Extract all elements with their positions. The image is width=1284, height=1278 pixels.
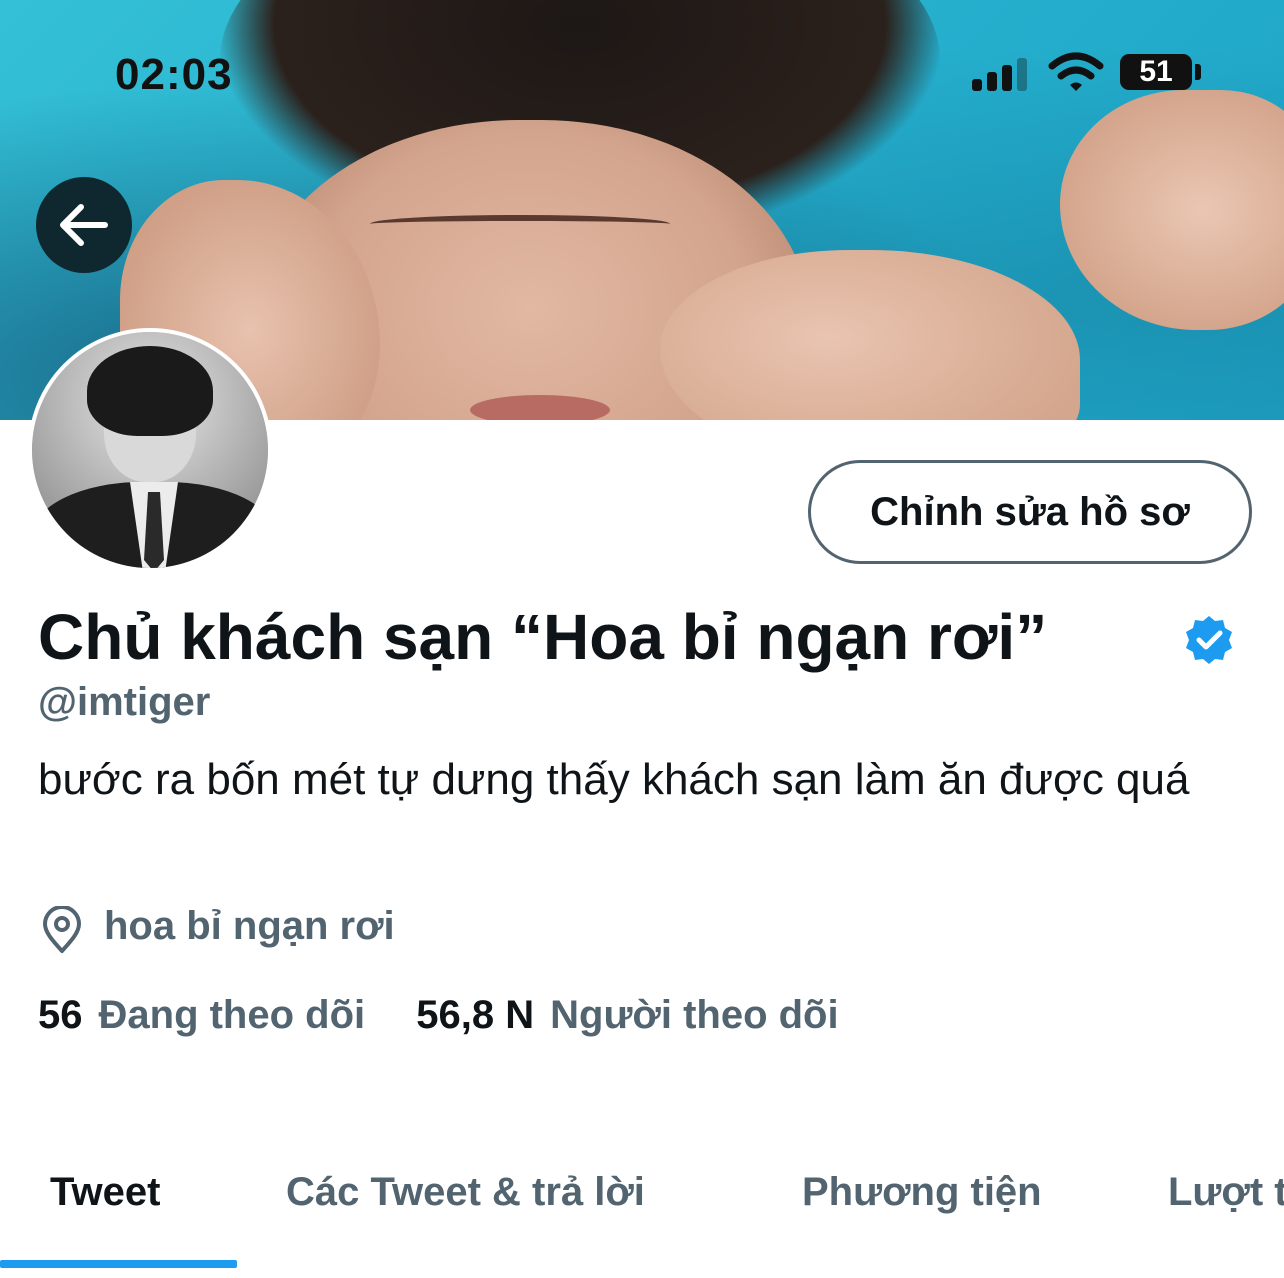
edit-profile-button[interactable]: Chỉnh sửa hồ sơ: [808, 460, 1252, 564]
profile-handle: @imtiger: [38, 680, 211, 724]
battery-indicator: 51: [1120, 54, 1192, 90]
banner-mouth: [470, 395, 610, 420]
verified-badge-icon: [1186, 616, 1232, 664]
avatar-hair: [87, 346, 213, 436]
profile-tabs: Tweet Các Tweet & trả lời Phương tiện Lư…: [0, 1140, 1284, 1278]
wifi-icon: [1048, 52, 1104, 91]
battery-tip: [1195, 64, 1201, 80]
followers-label: Người theo dõi: [550, 993, 839, 1037]
tab-tweets[interactable]: Tweet: [50, 1170, 160, 1215]
avatar[interactable]: [28, 328, 272, 572]
followers-count: 56,8 N: [416, 993, 535, 1037]
profile-bio: bước ra bốn mét tự dưng thấy khách sạn l…: [38, 755, 1190, 804]
tab-likes[interactable]: Lượt thích: [1168, 1170, 1284, 1215]
tab-media[interactable]: Phương tiện: [802, 1170, 1042, 1215]
active-tab-indicator: [0, 1260, 237, 1268]
location-pin-icon: [43, 906, 81, 953]
tab-tweets-and-replies[interactable]: Các Tweet & trả lời: [286, 1170, 645, 1215]
arrow-left-icon: [60, 204, 108, 246]
back-button[interactable]: [36, 177, 132, 273]
cellular-signal-icon: [972, 57, 1030, 91]
followers-link[interactable]: 56,8 N Người theo dõi: [416, 993, 838, 1038]
following-count: 56: [38, 993, 83, 1037]
following-link[interactable]: 56 Đang theo dõi: [38, 993, 365, 1038]
status-time: 02:03: [115, 50, 233, 99]
banner-eyes: [370, 215, 670, 233]
display-name: Chủ khách sạn “Hoa bỉ ngạn rơi”: [38, 601, 1048, 673]
following-label: Đang theo dõi: [98, 993, 366, 1037]
profile-location: hoa bỉ ngạn rơi: [104, 904, 395, 948]
follow-stats: 56 Đang theo dõi 56,8 N Người theo dõi: [38, 993, 839, 1038]
